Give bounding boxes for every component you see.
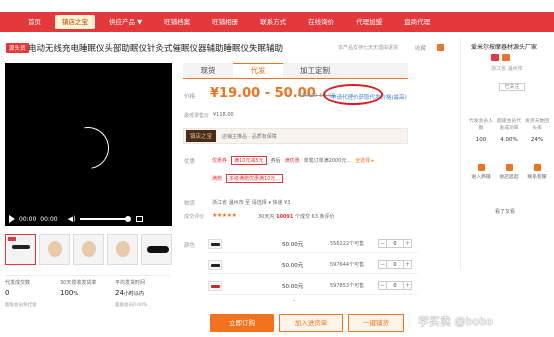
promo-more-link[interactable]: 全选择 ▸ [355, 157, 374, 164]
video-time-total: 00:00 [40, 215, 58, 223]
seller-stats: 代发成交数 0 超级会员免代发 30天揽收发货率 100% 平均发货时间 24小… [5, 275, 170, 308]
watermark-text: 学买卖 @bobo [418, 315, 493, 328]
price-label: 价格 [184, 94, 196, 100]
sku-image[interactable] [208, 259, 222, 270]
shop-icon [477, 164, 485, 171]
shop-panel: 爱米尔按摩器材源头厂家 浙江省 温州市 已关注 代发会员人数 100 超级会员代发… [460, 37, 554, 270]
rating-stars-icon: ★★★★★ [212, 212, 237, 219]
product-video[interactable]: 00:00 00:00 ◀) [5, 63, 172, 226]
enter-shop-link[interactable]: 进入商铺 [469, 164, 493, 180]
thumbnail-3[interactable] [73, 234, 104, 265]
sku-row: 50.00元 556222个可售 − 0 + [208, 235, 418, 253]
volume-knob[interactable] [124, 215, 131, 222]
contact-service-link[interactable]: 联系客服 [525, 164, 549, 180]
min-retail-price: ¥118.00 [213, 112, 234, 118]
nav-distributor[interactable]: 盘商代理 [393, 12, 441, 32]
factory-icon [502, 54, 510, 61]
service-note: 本产品支持七天无理由退货 [338, 45, 399, 51]
shop-stats: 代发会员人数 100 超级会员代发成功率 4.00% 发货天数回头率 24% [469, 119, 549, 143]
qty-input[interactable]: 0 [387, 281, 403, 290]
qty-minus-button[interactable]: − [378, 260, 387, 269]
stat-avg-ship-time: 平均发货时间 24小时以内 超级会员0.00% [115, 280, 148, 308]
model-image [82, 241, 96, 257]
fullscreen-icon[interactable] [135, 216, 143, 222]
rating-label: 成交评价 [184, 214, 205, 220]
nav-inquiry[interactable]: 在线询价 [297, 12, 345, 32]
qty-minus-button[interactable]: − [378, 239, 387, 248]
nav-profile[interactable]: 旺铺档案 [153, 12, 201, 32]
thumbnail-4[interactable] [107, 234, 138, 265]
promo-row-gift: 满赠 多级满赠优惠满10元... [212, 174, 287, 183]
also-viewed-heading: 看了又看 [495, 209, 516, 215]
nav-featured[interactable]: 镇店之宝 [55, 15, 95, 29]
stat-dropship-count: 代发成交数 0 超级会员免代发 [5, 280, 37, 308]
video-controls: 00:00 00:00 ◀) [5, 212, 172, 226]
share-icon[interactable] [437, 44, 444, 51]
sleep-mask-image [147, 246, 169, 253]
qty-minus-button[interactable]: − [378, 281, 387, 290]
qty-plus-button[interactable]: + [403, 239, 412, 248]
color-label: 颜色 [184, 243, 196, 249]
shipping-selector[interactable]: 浙江省 温州市 至 请选择 ▾ 快递 ¥3 [212, 199, 290, 206]
play-icon[interactable] [9, 215, 15, 223]
thumbnail-video[interactable] [5, 234, 36, 265]
sku-row: 50.00元 597853个可售 − 0 + [208, 277, 418, 295]
featured-tag: 镇店之宝 [186, 130, 217, 142]
headband-image [12, 245, 30, 249]
tab-dropship[interactable]: 代发 [233, 63, 283, 78]
nav-album[interactable]: 旺铺相册 [201, 12, 249, 32]
shop-badges [491, 54, 510, 61]
one-click-list-button[interactable]: 一键铺货 [348, 314, 404, 332]
loading-spinner-icon [58, 118, 118, 178]
verified-icon [491, 54, 499, 61]
qty-input[interactable]: 0 [387, 260, 403, 269]
featured-text: 店铺主推品 · 品质有保障 [222, 133, 277, 140]
promo-label: 优惠 [184, 159, 196, 165]
thumbnail-2[interactable] [39, 234, 70, 265]
shipping-label: 物流 [184, 201, 196, 207]
shop-location: 浙江省 温州市 [491, 66, 523, 72]
highlight-circle [323, 84, 383, 105]
chat-icon [533, 164, 541, 171]
expand-chevron-icon[interactable]: ⌄ [292, 297, 296, 303]
nav-products[interactable]: 供应产品 ▼ [98, 12, 153, 32]
qty-plus-button[interactable]: + [403, 260, 412, 269]
qty-input[interactable]: 0 [387, 239, 403, 248]
sales-info: 30天内 10091 个成交 63 条评价 [258, 214, 335, 220]
nav-agency[interactable]: 代理加盟 [345, 12, 393, 32]
buy-now-button[interactable]: 立即订购 [210, 314, 274, 332]
source-badge: 源头货 [6, 43, 29, 53]
favorite-link[interactable]: 收藏 [415, 44, 426, 52]
volume-icon[interactable]: ◀) [68, 215, 76, 223]
sku-row: 50.00元 597644个可售 − 0 + [208, 256, 418, 274]
promo-row-coupon: 优惠券 满10元减5元 券后 满优惠 单笔订单满2000元... 全选择 ▸ [212, 156, 375, 165]
thumbnail-strip [5, 234, 172, 265]
store-icon [505, 164, 513, 171]
volume-slider[interactable] [79, 215, 131, 222]
tab-in-stock[interactable]: 现货 [183, 63, 233, 78]
qty-plus-button[interactable]: + [403, 281, 412, 290]
min-retail-label: 最低零售价 [184, 113, 210, 119]
purchase-tabs: 现货 代发 加工定制 [183, 63, 408, 79]
thumbnail-5[interactable] [141, 234, 172, 265]
shop-links: 进入商铺 进店逛逛 联系客服 [469, 164, 549, 180]
featured-ribbon: 镇店之宝 店铺主推品 · 品质有保障 [183, 128, 408, 144]
sku-image[interactable] [208, 238, 222, 249]
stat-shipping-rate: 30天揽收发货率 100% [60, 280, 97, 297]
model-image [116, 241, 130, 257]
shop-name[interactable]: 爱米尔按摩器材源头厂家 [471, 42, 537, 51]
tab-custom[interactable]: 加工定制 [283, 63, 347, 78]
top-nav: 首页 镇店之宝 供应产品 ▼ 旺铺档案 旺铺相册 联系方式 在线询价 代理加盟 … [0, 12, 554, 32]
product-title: 电动无线充电睡眠仪头部助眠仪针灸式催眠仪器辅助睡眠仪失眠辅助 [28, 44, 284, 54]
visit-shop-link[interactable]: 进店逛逛 [497, 164, 521, 180]
add-to-cart-button[interactable]: 加入进货单 [279, 314, 343, 332]
follow-button[interactable]: 已关注 [499, 83, 525, 91]
nav-contact[interactable]: 联系方式 [249, 12, 297, 32]
video-time-current: 00:00 [19, 215, 37, 223]
video-tag-icon [8, 237, 16, 241]
sku-image[interactable] [208, 280, 222, 291]
nav-home[interactable]: 首页 [0, 12, 52, 32]
model-image [48, 241, 62, 257]
